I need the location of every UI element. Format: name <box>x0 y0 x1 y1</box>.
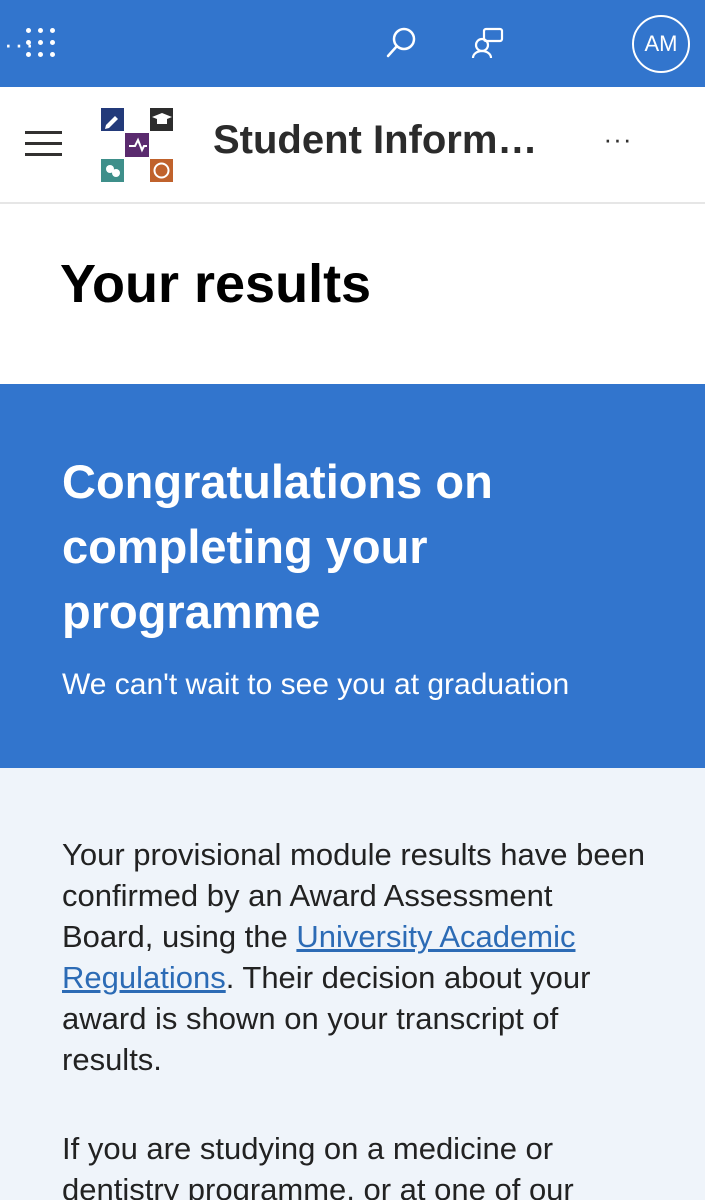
app-launcher-icon[interactable] <box>26 28 56 58</box>
suite-bar: ··· AM <box>0 0 705 87</box>
results-paragraph: Your provisional module results have bee… <box>62 834 652 1080</box>
results-content: Your provisional module results have bee… <box>0 768 705 1200</box>
hero-heading: Congratulations on completing your progr… <box>62 455 493 638</box>
header-more-icon[interactable]: ··· <box>600 126 636 152</box>
avatar[interactable]: AM <box>632 15 690 73</box>
medicine-paragraph: If you are studying on a medicine or den… <box>62 1131 574 1200</box>
hero-banner: Congratulations on completing your progr… <box>0 384 705 768</box>
page-title: Your results <box>60 254 372 314</box>
site-header: Student Inform… ··· <box>0 87 705 204</box>
hero-subheading: We can't wait to see you at graduation <box>62 668 570 701</box>
search-icon[interactable] <box>383 25 419 61</box>
site-title[interactable]: Student Inform… <box>213 115 533 165</box>
site-logo[interactable] <box>100 107 176 183</box>
hamburger-icon[interactable] <box>25 131 62 157</box>
feedback-icon[interactable] <box>470 25 506 61</box>
